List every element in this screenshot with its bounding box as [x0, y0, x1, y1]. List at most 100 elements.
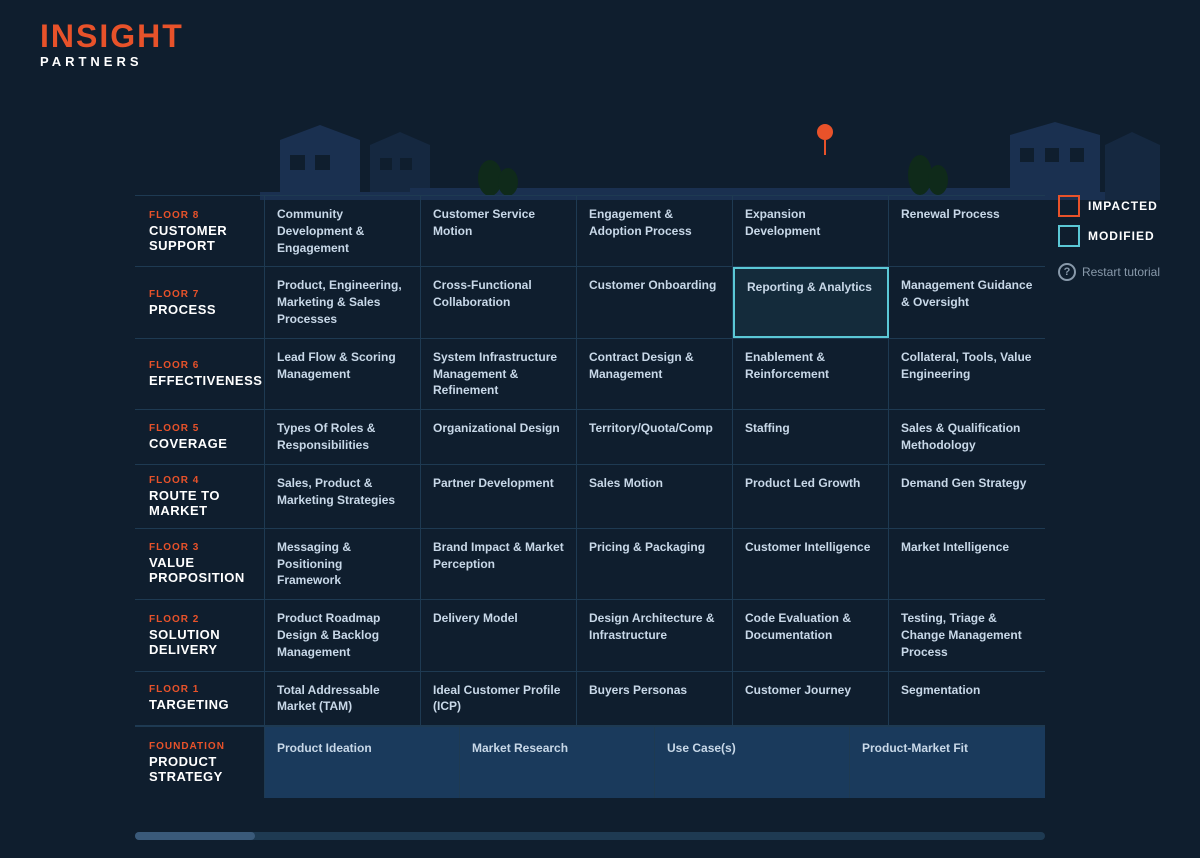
floor-label-2: FLOOR 2 SOLUTION DELIVERY — [135, 600, 265, 670]
restart-tutorial-button[interactable]: ? Restart tutorial — [1058, 263, 1160, 281]
foundation-name: PRODUCT STRATEGY — [149, 754, 250, 784]
cell-f4-c1[interactable]: Partner Development — [421, 465, 577, 528]
cell-f2-c4[interactable]: Testing, Triage & Change Management Proc… — [889, 600, 1045, 670]
modified-box — [1058, 225, 1080, 247]
cell-f8-c3[interactable]: Expansion Development — [733, 196, 889, 266]
cell-f2-c2[interactable]: Design Architecture & Infrastructure — [577, 600, 733, 670]
floor-row-4: FLOOR 4 ROUTE TO MARKET Sales, Product & M… — [135, 465, 1045, 529]
legend-modified: MODIFIED — [1058, 225, 1160, 247]
floor-number-3: FLOOR 3 — [149, 542, 250, 553]
cell-f7-c0[interactable]: Product, Engineering, Marketing & Sales … — [265, 267, 421, 337]
cell-f3-c4[interactable]: Market Intelligence — [889, 529, 1045, 599]
floor-name-3: VALUE PROPOSITION — [149, 555, 250, 585]
cell-f4-c2[interactable]: Sales Motion — [577, 465, 733, 528]
cell-f7-c3[interactable]: Reporting & Analytics — [733, 267, 889, 337]
cell-f8-c2[interactable]: Engagement & Adoption Process — [577, 196, 733, 266]
header: INSIGHT PARTNERS — [40, 20, 184, 69]
main-grid: FLOOR 8 CUSTOMER SUPPORT Community Develop… — [135, 195, 1045, 798]
cell-f1-c1[interactable]: Ideal Customer Profile (ICP) — [421, 672, 577, 726]
cell-f1-c0[interactable]: Total Addressable Market (TAM) — [265, 672, 421, 726]
floor-name-6: EFFECTIVENESS — [149, 373, 250, 388]
cell-f4-c3[interactable]: Product Led Growth — [733, 465, 889, 528]
cell-f4-c4[interactable]: Demand Gen Strategy — [889, 465, 1045, 528]
floor-number-7: FLOOR 7 — [149, 289, 250, 300]
cell-f5-c1[interactable]: Organizational Design — [421, 410, 577, 464]
foundation-cells: Product IdeationMarket ResearchUse Case(… — [265, 726, 1045, 798]
floor-label-7: FLOOR 7 PROCESS — [135, 267, 265, 337]
foundation-cell-1[interactable]: Market Research — [460, 727, 655, 798]
scrollbar[interactable] — [135, 832, 1045, 840]
floor-label-4: FLOOR 4 ROUTE TO MARKET — [135, 465, 265, 528]
logo-insight: INSIGHT — [40, 20, 184, 52]
floor-number-5: FLOOR 5 — [149, 423, 250, 434]
cell-f5-c4[interactable]: Sales & Qualification Methodology — [889, 410, 1045, 464]
floor-number-1: FLOOR 1 — [149, 684, 250, 695]
floor-cells-8: Community Development & EngagementCustom… — [265, 196, 1045, 266]
floor-row-2: FLOOR 2 SOLUTION DELIVERY Product Roadmap … — [135, 600, 1045, 671]
floor-row-7: FLOOR 7 PROCESS Product, Engineering, Mark… — [135, 267, 1045, 338]
cell-f3-c1[interactable]: Brand Impact & Market Perception — [421, 529, 577, 599]
floor-cells-6: Lead Flow & Scoring ManagementSystem Inf… — [265, 339, 1045, 409]
cell-f8-c4[interactable]: Renewal Process — [889, 196, 1045, 266]
building-illustration — [260, 120, 1160, 200]
cell-f8-c0[interactable]: Community Development & Engagement — [265, 196, 421, 266]
floor-label-8: FLOOR 8 CUSTOMER SUPPORT — [135, 196, 265, 266]
cell-f3-c3[interactable]: Customer Intelligence — [733, 529, 889, 599]
floor-row-5: FLOOR 5COVERAGETypes Of Roles & Responsi… — [135, 410, 1045, 465]
floor-label-3: FLOOR 3 VALUE PROPOSITION — [135, 529, 265, 599]
floor-label-6: FLOOR 6 EFFECTIVENESS — [135, 339, 265, 409]
floor-label-1: FLOOR 1 TARGETING — [135, 672, 265, 726]
cell-f1-c4[interactable]: Segmentation — [889, 672, 1045, 726]
cell-f3-c0[interactable]: Messaging & Positioning Framework — [265, 529, 421, 599]
foundation-row: FOUNDATION PRODUCT STRATEGY Product Ideati… — [135, 726, 1045, 798]
cell-f7-c1[interactable]: Cross-Functional Collaboration — [421, 267, 577, 337]
cell-f2-c1[interactable]: Delivery Model — [421, 600, 577, 670]
cell-f5-c3[interactable]: Staffing — [733, 410, 889, 464]
cell-f2-c3[interactable]: Code Evaluation & Documentation — [733, 600, 889, 670]
cell-f8-c1[interactable]: Customer Service Motion — [421, 196, 577, 266]
cell-f5-c2[interactable]: Territory/Quota/Comp — [577, 410, 733, 464]
foundation-cell-2[interactable]: Use Case(s) — [655, 727, 850, 798]
floor-number-8: FLOOR 8 — [149, 210, 250, 221]
foundation-cell-3[interactable]: Product-Market Fit — [850, 727, 1045, 798]
floor-cells-2: Product Roadmap Design & Backlog Managem… — [265, 600, 1045, 670]
floor-row-1: FLOOR 1 TARGETING Total Addressable Market… — [135, 672, 1045, 727]
cell-f3-c2[interactable]: Pricing & Packaging — [577, 529, 733, 599]
cell-f5-c0[interactable]: Types Of Roles & Responsibilities — [265, 410, 421, 464]
cell-f6-c0[interactable]: Lead Flow & Scoring Management — [265, 339, 421, 409]
foundation-number: FOUNDATION — [149, 741, 250, 752]
floor-row-3: FLOOR 3 VALUE PROPOSITION Messaging & Posi… — [135, 529, 1045, 600]
logo-partners: PARTNERS — [40, 54, 184, 69]
floor-name-4: ROUTE TO MARKET — [149, 488, 250, 518]
floor-cells-5: Types Of Roles & ResponsibilitiesOrganiz… — [265, 410, 1045, 464]
floor-number-6: FLOOR 6 — [149, 360, 250, 371]
scrollbar-thumb[interactable] — [135, 832, 255, 840]
restart-tutorial-text: Restart tutorial — [1082, 265, 1160, 279]
legend: IMPACTED MODIFIED ? Restart tutorial — [1058, 195, 1160, 281]
cell-f4-c0[interactable]: Sales, Product & Marketing Strategies — [265, 465, 421, 528]
foundation-cell-0[interactable]: Product Ideation — [265, 727, 460, 798]
cell-f1-c2[interactable]: Buyers Personas — [577, 672, 733, 726]
floor-name-1: TARGETING — [149, 697, 250, 712]
floor-label-5: FLOOR 5COVERAGE — [135, 410, 265, 464]
cell-f2-c0[interactable]: Product Roadmap Design & Backlog Managem… — [265, 600, 421, 670]
floor-name-8: CUSTOMER SUPPORT — [149, 223, 250, 253]
floor-number-4: FLOOR 4 — [149, 475, 250, 486]
cell-f6-c3[interactable]: Enablement & Reinforcement — [733, 339, 889, 409]
floor-row-6: FLOOR 6 EFFECTIVENESS Lead Flow & Scoring … — [135, 339, 1045, 410]
cell-f6-c1[interactable]: System Infrastructure Management & Refin… — [421, 339, 577, 409]
floor-number-2: FLOOR 2 — [149, 614, 250, 625]
cell-f6-c4[interactable]: Collateral, Tools, Value Engineering — [889, 339, 1045, 409]
cell-f6-c2[interactable]: Contract Design & Management — [577, 339, 733, 409]
impacted-box — [1058, 195, 1080, 217]
legend-impacted: IMPACTED — [1058, 195, 1160, 217]
modified-label: MODIFIED — [1088, 229, 1155, 243]
floor-name-2: SOLUTION DELIVERY — [149, 627, 250, 657]
foundation-label: FOUNDATION PRODUCT STRATEGY — [135, 726, 265, 798]
floor-cells-4: Sales, Product & Marketing StrategiesPar… — [265, 465, 1045, 528]
floor-name-7: PROCESS — [149, 302, 250, 317]
floor-cells-1: Total Addressable Market (TAM)Ideal Cust… — [265, 672, 1045, 726]
cell-f7-c4[interactable]: Management Guidance & Oversight — [889, 267, 1045, 337]
cell-f1-c3[interactable]: Customer Journey — [733, 672, 889, 726]
cell-f7-c2[interactable]: Customer Onboarding — [577, 267, 733, 337]
